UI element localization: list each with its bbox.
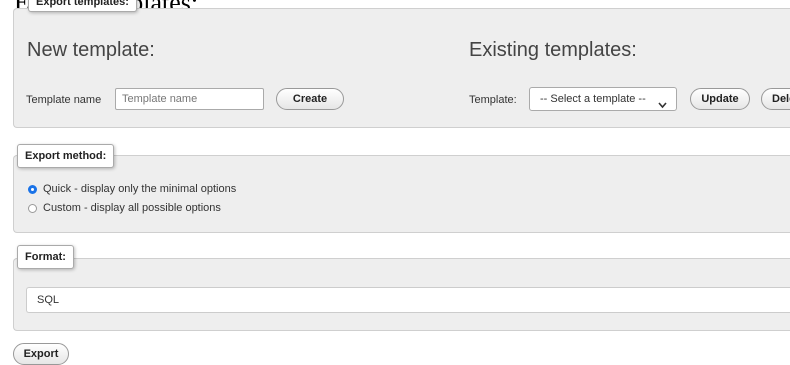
template-name-input[interactable] bbox=[115, 88, 264, 110]
chevron-down-icon bbox=[658, 95, 667, 117]
export-templates-panel: Export templates: New template: Template… bbox=[13, 0, 790, 128]
existing-templates-heading: Existing templates: bbox=[469, 39, 637, 61]
template-select[interactable]: -- Select a template -- bbox=[529, 87, 677, 111]
template-select-label: Template: bbox=[469, 94, 517, 106]
custom-radio-label[interactable]: Custom - display all possible options bbox=[43, 202, 221, 214]
export-templates-legend: Export templates: bbox=[28, 0, 137, 12]
format-select[interactable]: SQL bbox=[26, 287, 790, 313]
update-template-button[interactable]: Update bbox=[690, 88, 750, 110]
export-method-legend: Export method: bbox=[17, 144, 115, 168]
delete-template-button[interactable]: Delete bbox=[761, 88, 790, 110]
template-select-value: -- Select a template -- bbox=[540, 93, 646, 105]
quick-radio[interactable] bbox=[28, 184, 37, 194]
template-name-label: Template name bbox=[26, 94, 102, 106]
quick-radio-label[interactable]: Quick - display only the minimal options bbox=[43, 183, 236, 195]
create-template-button[interactable]: Create bbox=[276, 88, 344, 110]
export-method-quick-option[interactable]: Quick - display only the minimal options bbox=[28, 182, 236, 196]
format-legend: Format: bbox=[17, 245, 74, 269]
format-select-value: SQL bbox=[37, 294, 60, 306]
export-method-custom-option[interactable]: Custom - display all possible options bbox=[28, 201, 221, 215]
new-template-heading: New template: bbox=[27, 39, 155, 61]
custom-radio[interactable] bbox=[28, 203, 37, 213]
